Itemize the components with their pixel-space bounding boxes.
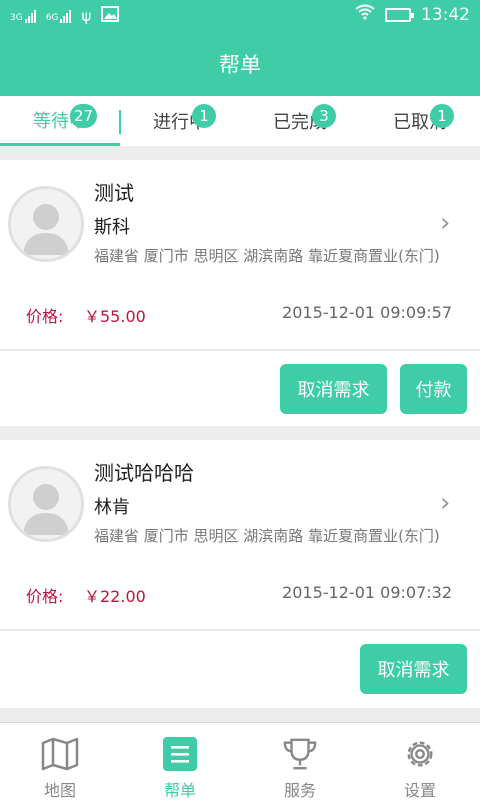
tab-divider bbox=[119, 110, 121, 134]
image-icon bbox=[101, 6, 120, 25]
count-badge: 3 bbox=[312, 104, 336, 128]
tab-cancelled[interactable]: 已取消 1 bbox=[360, 96, 480, 146]
order-price: ￥22.00 bbox=[84, 587, 146, 606]
page-title: 帮单 bbox=[219, 53, 261, 77]
map-icon bbox=[41, 737, 79, 771]
order-time: 2015-12-01 09:07:32 bbox=[282, 583, 452, 602]
avatar bbox=[8, 186, 84, 262]
order-title: 测试哈哈哈 bbox=[94, 461, 194, 485]
app-header: 帮单 bbox=[0, 32, 480, 96]
order-address: 福建省 厦门市 思明区 湖滨南路 靠近夏商置业(东门) bbox=[94, 247, 440, 265]
tab-settings[interactable]: 设置 bbox=[360, 723, 480, 800]
battery-icon bbox=[385, 7, 414, 22]
tab-label: 地图 bbox=[43, 781, 76, 800]
order-card[interactable]: 测试哈哈哈 林肯 福建省 厦门市 思明区 湖滨南路 靠近夏商置业(东门) › 价… bbox=[0, 440, 480, 708]
cancel-request-button[interactable]: 取消需求 bbox=[360, 644, 467, 694]
network-label-1: 3G bbox=[10, 12, 23, 23]
tab-map[interactable]: 地图 bbox=[0, 723, 120, 800]
customer-name: 林肯 bbox=[94, 497, 130, 518]
count-badge: 1 bbox=[430, 104, 454, 128]
customer-name: 斯科 bbox=[94, 217, 130, 238]
tab-in-progress[interactable]: 进行中 1 bbox=[120, 96, 240, 146]
tab-label: 服务 bbox=[283, 781, 316, 800]
network-indicator-1: 3G bbox=[10, 9, 36, 23]
signal-icon bbox=[60, 9, 72, 23]
card-divider bbox=[0, 629, 480, 631]
count-badge: 1 bbox=[192, 104, 216, 128]
user-silhouette-icon bbox=[23, 484, 69, 535]
order-card[interactable]: 测试 斯科 福建省 厦门市 思明区 湖滨南路 靠近夏商置业(东门) › 价格: … bbox=[0, 160, 480, 426]
network-indicator-2: 6G bbox=[46, 9, 72, 23]
order-price: ￥55.00 bbox=[84, 307, 146, 326]
gear-icon bbox=[407, 741, 433, 767]
order-title: 测试 bbox=[94, 181, 134, 205]
tab-service[interactable]: 服务 bbox=[240, 723, 360, 800]
tab-label: 帮单 bbox=[163, 781, 196, 800]
clock: 13:42 bbox=[421, 4, 470, 25]
order-time: 2015-12-01 09:09:57 bbox=[282, 303, 452, 322]
status-bar: 3G 6G ψ 13:42 bbox=[0, 0, 480, 32]
usb-icon: ψ bbox=[81, 6, 92, 25]
chevron-right-icon[interactable]: › bbox=[440, 208, 450, 238]
trophy-icon bbox=[283, 738, 317, 770]
chevron-right-icon[interactable]: › bbox=[440, 488, 450, 518]
status-tabs: 等待中 27 进行中 1 已完成 3 已取消 1 bbox=[0, 96, 480, 146]
network-label-2: 6G bbox=[45, 12, 59, 23]
user-silhouette-icon bbox=[23, 204, 69, 255]
tab-completed[interactable]: 已完成 3 bbox=[240, 96, 360, 146]
tab-label: 设置 bbox=[403, 781, 436, 800]
price-label: 价格: bbox=[26, 587, 64, 606]
card-divider bbox=[0, 349, 480, 351]
avatar bbox=[8, 466, 84, 542]
tab-orders[interactable]: 帮单 bbox=[120, 723, 240, 800]
pay-button[interactable]: 付款 bbox=[400, 364, 467, 414]
price-label: 价格: bbox=[26, 307, 64, 326]
list-icon bbox=[163, 737, 197, 771]
wifi-icon bbox=[355, 4, 375, 25]
tab-waiting[interactable]: 等待中 27 bbox=[0, 96, 120, 146]
count-badge: 27 bbox=[70, 104, 98, 128]
signal-icon bbox=[24, 9, 36, 23]
order-address: 福建省 厦门市 思明区 湖滨南路 靠近夏商置业(东门) bbox=[94, 527, 440, 545]
bottom-tab-bar: 地图 帮单 服务 设置 bbox=[0, 722, 480, 800]
cancel-request-button[interactable]: 取消需求 bbox=[280, 364, 387, 414]
